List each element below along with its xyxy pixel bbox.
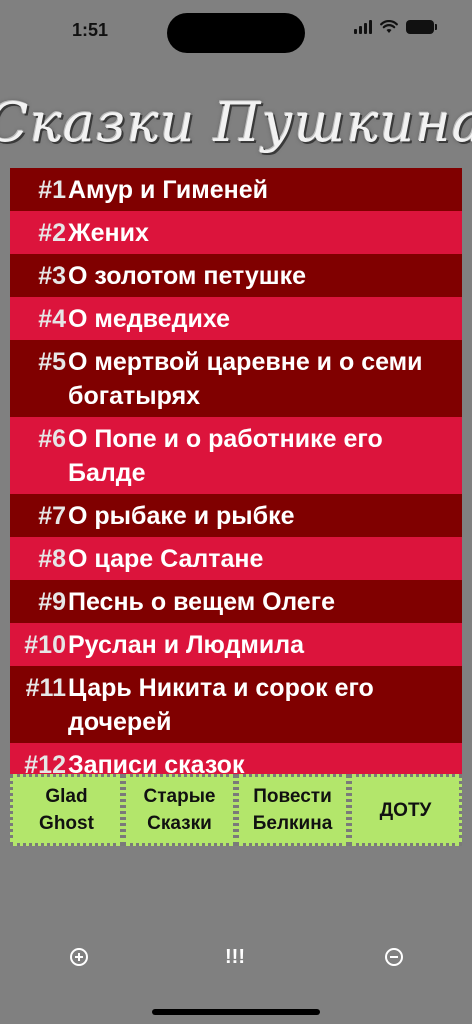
tale-name: О золотом петушке [68,262,307,290]
home-indicator[interactable] [152,1009,320,1015]
tale-name: О мертвой царевне и о семи богатырях [68,348,423,410]
tale-number: #1 [38,176,66,204]
zoom-out-button[interactable] [381,944,407,970]
tale-name: Руслан и Людмила [68,631,305,659]
bottom-toolbar: !!! [0,936,472,976]
tale-row[interactable]: #6 О Попе и о работнике его Балде [10,417,462,494]
glad-ghost-button[interactable]: Glad Ghost [10,774,123,846]
tale-row[interactable]: #8 О царе Салтане [10,537,462,580]
tale-row[interactable]: #3 О золотом петушке [10,254,462,297]
dotu-button[interactable]: ДОТУ [349,774,462,846]
tale-row[interactable]: #4 О медведихе [10,297,462,340]
signal-icon [354,20,372,34]
tale-number: #7 [38,502,66,530]
status-bar: 1:51 [0,0,472,60]
tale-name: Амур и Гименей [68,176,269,204]
tale-row[interactable]: #2 Жених [10,211,462,254]
tale-row[interactable]: #11 Царь Никита и сорок его дочерей [10,666,462,743]
tale-name: Царь Никита и сорок его дочерей [68,674,374,736]
status-time: 1:51 [72,20,109,40]
tale-name: Жених [68,219,149,247]
tale-number: #8 [38,545,66,573]
tale-name: О рыбаке и рыбке [68,502,295,530]
tale-number: #9 [38,588,66,616]
tale-row[interactable]: #10 Руслан и Людмила [10,623,462,666]
tale-name: О медведихе [68,305,231,333]
minus-circle-icon [385,948,403,966]
tale-name: О Попе и о работнике его Балде [68,425,383,487]
tale-number: #10 [24,631,66,659]
old-tales-button[interactable]: Старые Сказки [123,774,236,846]
tales-list: #1 Амур и Гименей #2 Жених #3 О золотом пет… [10,168,462,786]
status-icons [354,20,437,34]
tale-number: #5 [38,348,66,376]
tale-number: #4 [38,305,66,333]
wifi-icon [380,20,398,33]
tale-row[interactable]: #5 О мертвой царевне и о семи богатырях [10,340,462,417]
title-banner: Сказки Пушкина [0,72,472,172]
tale-number: #6 [38,425,66,453]
tale-number: #11 [25,674,66,702]
tale-row[interactable]: #1 Амур и Гименей [10,168,462,211]
battery-icon [406,20,437,34]
exclamation-button[interactable]: !!! [222,944,248,970]
tale-number: #3 [38,262,66,290]
belkin-tales-button[interactable]: Повести Белкина [236,774,349,846]
bottom-buttons: Glad Ghost Старые Сказки Повести Белкина… [10,774,462,846]
tale-number: #2 [38,219,66,247]
app-title: Сказки Пушкина [0,90,472,154]
tale-row[interactable]: #7 О рыбаке и рыбке [10,494,462,537]
dynamic-island [167,13,305,53]
tale-name: О царе Салтане [68,545,264,573]
tale-name: Песнь о вещем Олеге [68,588,336,616]
zoom-in-button[interactable] [66,944,92,970]
tale-row[interactable]: #9 Песнь о вещем Олеге [10,580,462,623]
plus-circle-icon [70,948,88,966]
